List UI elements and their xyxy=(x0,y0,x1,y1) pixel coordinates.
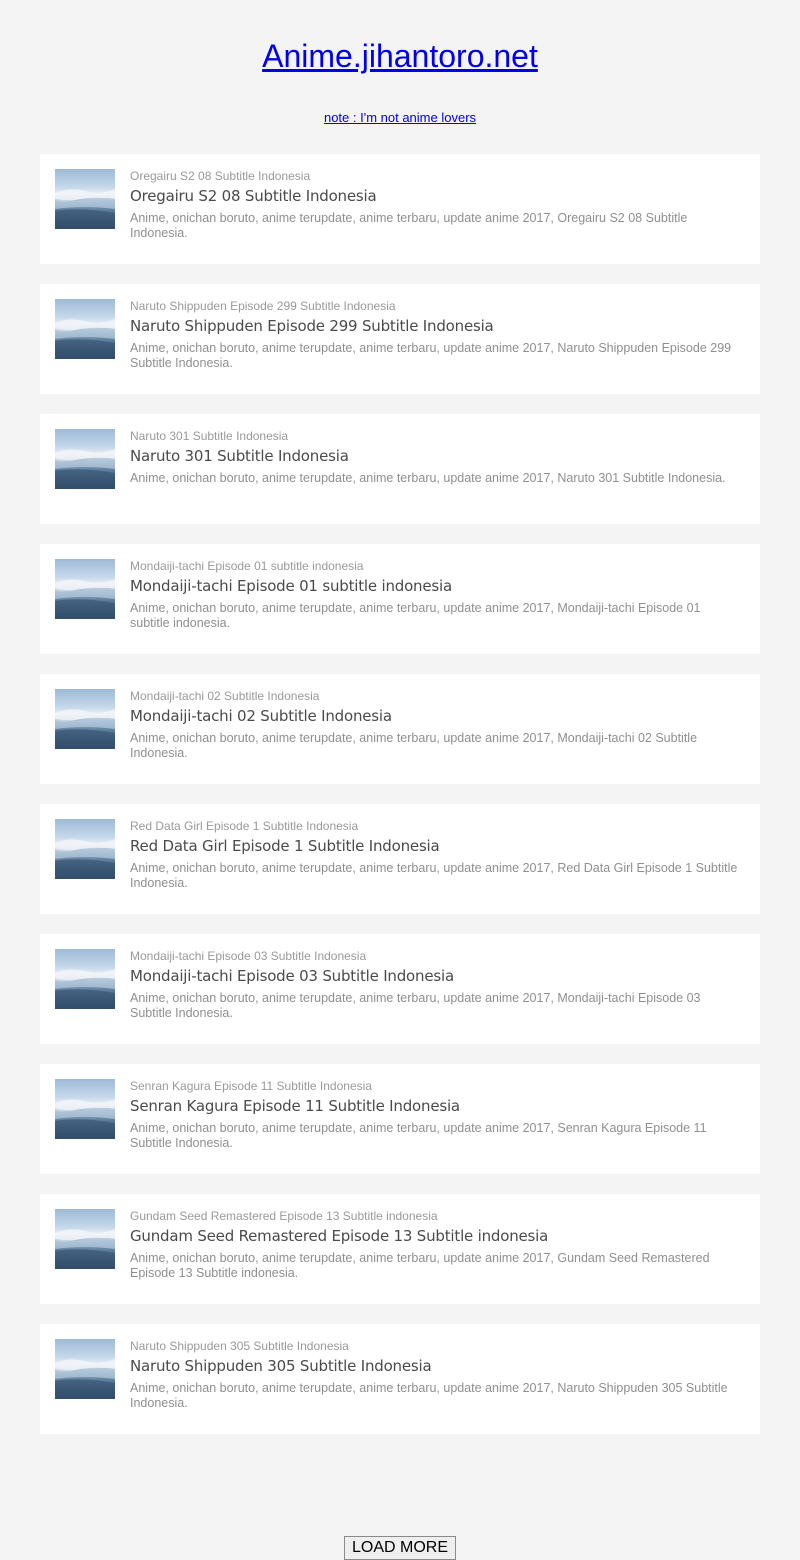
post-title[interactable]: Mondaiji-tachi Episode 03 Subtitle Indon… xyxy=(130,966,740,986)
post-description: Anime, onichan boruto, anime terupdate, … xyxy=(130,601,701,630)
sky-landscape-thumbnail-icon[interactable] xyxy=(55,169,115,229)
post-card[interactable]: Gundam Seed Remastered Episode 13 Subtit… xyxy=(40,1194,760,1304)
post-description: Anime, onichan boruto, anime terupdate, … xyxy=(130,1381,728,1410)
post-description: Anime, onichan boruto, anime terupdate, … xyxy=(130,731,698,760)
post-title[interactable]: Gundam Seed Remastered Episode 13 Subtit… xyxy=(130,1226,740,1246)
post-title[interactable]: Naruto Shippuden Episode 299 Subtitle In… xyxy=(130,316,740,336)
sky-landscape-thumbnail-icon[interactable] xyxy=(55,299,115,359)
post-text-block: Senran Kagura Episode 11 Subtitle Indone… xyxy=(130,1079,740,1151)
post-text-block: Mondaiji-tachi Episode 01 subtitle indon… xyxy=(130,559,740,631)
post-label: Mondaiji-tachi Episode 03 Subtitle Indon… xyxy=(130,949,367,963)
sky-landscape-thumbnail-icon[interactable] xyxy=(55,559,115,619)
post-title[interactable]: Naruto Shippuden 305 Subtitle Indonesia xyxy=(130,1356,740,1376)
sky-landscape-thumbnail-icon[interactable] xyxy=(55,949,115,1009)
post-label: Oregairu S2 08 Subtitle Indonesia xyxy=(130,169,311,183)
post-label: Red Data Girl Episode 1 Subtitle Indones… xyxy=(130,819,359,833)
site-title-link[interactable]: Anime.jihantoro.net xyxy=(0,36,800,76)
post-title[interactable]: Oregairu S2 08 Subtitle Indonesia xyxy=(130,186,740,206)
load-more-container: LOAD MORE xyxy=(0,1536,800,1560)
post-text-block: Mondaiji-tachi Episode 03 Subtitle Indon… xyxy=(130,949,740,1021)
post-card[interactable]: Mondaiji-tachi Episode 03 Subtitle Indon… xyxy=(40,934,760,1044)
load-more-button[interactable]: LOAD MORE xyxy=(343,1536,456,1560)
post-label: Naruto 301 Subtitle Indonesia xyxy=(130,429,289,443)
sky-landscape-thumbnail-icon[interactable] xyxy=(55,1339,115,1399)
post-list: Oregairu S2 08 Subtitle Indonesia Oregai… xyxy=(0,154,800,1434)
note-link[interactable]: note : I'm not anime lovers xyxy=(324,110,476,125)
post-label: Senran Kagura Episode 11 Subtitle Indone… xyxy=(130,1079,372,1093)
post-label: Mondaiji-tachi 02 Subtitle Indonesia xyxy=(130,689,320,703)
post-title[interactable]: Naruto 301 Subtitle Indonesia xyxy=(130,446,740,466)
post-card[interactable]: Oregairu S2 08 Subtitle Indonesia Oregai… xyxy=(40,154,760,264)
post-text-block: Naruto 301 Subtitle Indonesia Naruto 301… xyxy=(130,429,740,486)
sky-landscape-thumbnail-icon[interactable] xyxy=(55,1079,115,1139)
post-text-block: Mondaiji-tachi 02 Subtitle Indonesia Mon… xyxy=(130,689,740,761)
post-card[interactable]: Senran Kagura Episode 11 Subtitle Indone… xyxy=(40,1064,760,1174)
post-text-block: Naruto Shippuden 305 Subtitle Indonesia … xyxy=(130,1339,740,1411)
post-card[interactable]: Mondaiji-tachi 02 Subtitle Indonesia Mon… xyxy=(40,674,760,784)
post-card[interactable]: Red Data Girl Episode 1 Subtitle Indones… xyxy=(40,804,760,914)
post-title[interactable]: Senran Kagura Episode 11 Subtitle Indone… xyxy=(130,1096,740,1116)
post-description: Anime, onichan boruto, anime terupdate, … xyxy=(130,341,732,370)
post-text-block: Naruto Shippuden Episode 299 Subtitle In… xyxy=(130,299,740,371)
post-description: Anime, onichan boruto, anime terupdate, … xyxy=(130,861,738,890)
post-title[interactable]: Red Data Girl Episode 1 Subtitle Indones… xyxy=(130,836,740,856)
post-description: Anime, onichan boruto, anime terupdate, … xyxy=(130,211,688,240)
post-description: Anime, onichan boruto, anime terupdate, … xyxy=(130,1121,707,1150)
post-description: Anime, onichan boruto, anime terupdate, … xyxy=(130,991,701,1020)
post-label: Gundam Seed Remastered Episode 13 Subtit… xyxy=(130,1209,438,1223)
post-description: Anime, onichan boruto, anime terupdate, … xyxy=(130,471,726,485)
sky-landscape-thumbnail-icon[interactable] xyxy=(55,819,115,879)
post-title[interactable]: Mondaiji-tachi Episode 01 subtitle indon… xyxy=(130,576,740,596)
post-title[interactable]: Mondaiji-tachi 02 Subtitle Indonesia xyxy=(130,706,740,726)
post-card[interactable]: Naruto 301 Subtitle Indonesia Naruto 301… xyxy=(40,414,760,524)
post-card[interactable]: Naruto Shippuden Episode 299 Subtitle In… xyxy=(40,284,760,394)
sky-landscape-thumbnail-icon[interactable] xyxy=(55,1209,115,1269)
note-container: note : I'm not anime lovers xyxy=(0,110,800,126)
sky-landscape-thumbnail-icon[interactable] xyxy=(55,429,115,489)
post-text-block: Gundam Seed Remastered Episode 13 Subtit… xyxy=(130,1209,740,1281)
post-text-block: Oregairu S2 08 Subtitle Indonesia Oregai… xyxy=(130,169,740,241)
post-label: Naruto Shippuden Episode 299 Subtitle In… xyxy=(130,299,396,313)
post-label: Mondaiji-tachi Episode 01 subtitle indon… xyxy=(130,559,364,573)
post-card[interactable]: Naruto Shippuden 305 Subtitle Indonesia … xyxy=(40,1324,760,1434)
post-text-block: Red Data Girl Episode 1 Subtitle Indones… xyxy=(130,819,740,891)
post-label: Naruto Shippuden 305 Subtitle Indonesia xyxy=(130,1339,349,1353)
post-description: Anime, onichan boruto, anime terupdate, … xyxy=(130,1251,710,1280)
sky-landscape-thumbnail-icon[interactable] xyxy=(55,689,115,749)
post-card[interactable]: Mondaiji-tachi Episode 01 subtitle indon… xyxy=(40,544,760,654)
